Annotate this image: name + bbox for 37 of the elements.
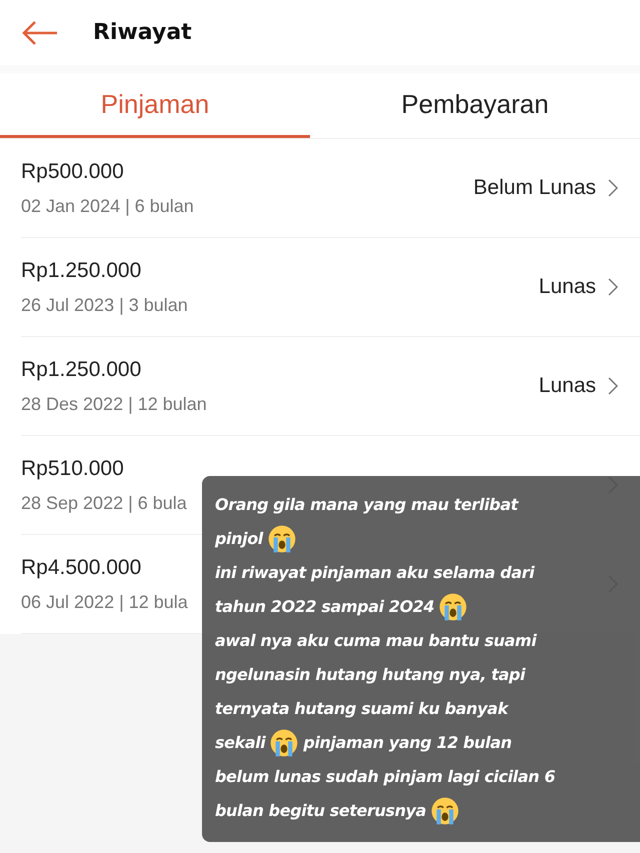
chevron-right-icon — [608, 278, 618, 296]
loan-status: Lunas — [538, 274, 596, 300]
loan-amount: Rp500.000 — [21, 158, 124, 185]
loan-amount: Rp1.250.000 — [21, 258, 142, 284]
page-title: Riwayat — [93, 19, 192, 47]
caption-text: pinjol — [215, 528, 263, 550]
caption-text: ternyata hutang suami ku banyak — [215, 698, 508, 720]
crying-face-icon — [269, 728, 300, 758]
crying-face-icon — [430, 796, 460, 826]
chevron-right-icon — [608, 179, 618, 197]
loan-row[interactable]: Rp1.250.000 26 Jul 2023 | 3 bulan Lunas — [21, 238, 640, 337]
loan-date: 06 Jul 2022 | 12 bula — [21, 591, 188, 614]
loan-row[interactable]: Rp500.000 02 Jan 2024 | 6 bulan Belum Lunas — [21, 139, 640, 238]
tab[interactable]: Pembayaran — [320, 73, 630, 138]
crying-face-icon — [266, 524, 297, 554]
loan-date: 28 Des 2022 | 12 bulan — [21, 393, 207, 416]
loan-status: Lunas — [538, 373, 596, 400]
caption-text: awal nya aku cuma mau bantu suami — [215, 630, 536, 652]
caption-text: Orang gila mana yang mau terlibat — [215, 494, 518, 516]
caption-text: pinjaman yang 12 bulan — [303, 732, 512, 754]
caption-text: sekali — [215, 732, 266, 754]
loan-date: 02 Jan 2024 | 6 bulan — [21, 195, 194, 218]
loan-date: 28 Sep 2022 | 6 bula — [21, 492, 187, 516]
loan-status: Belum Lunas — [473, 175, 596, 202]
crying-face-icon — [438, 592, 468, 622]
loan-date: 26 Jul 2023 | 3 bulan — [21, 294, 188, 318]
caption-text: ini riwayat pinjaman aku selama dari — [215, 562, 534, 584]
loan-amount: Rp4.500.000 — [21, 554, 142, 581]
caption-text: tahun 2O22 sampai 2O24 — [215, 596, 434, 618]
caption-text: ngelunasin hutang hutang nya, tapi — [215, 664, 526, 686]
caption-text: bulan begitu seterusnya — [215, 800, 426, 822]
caption-text: belum lunas sudah pinjam lagi cicilan 6 — [215, 766, 556, 788]
loan-amount: Rp1.250.000 — [21, 356, 142, 383]
loan-row[interactable]: Rp1.250.000 28 Des 2022 | 12 bulan Lunas — [21, 337, 640, 436]
chevron-right-icon — [608, 377, 618, 395]
loan-amount: Rp510.000 — [21, 456, 124, 482]
back-arrow-icon[interactable] — [22, 20, 58, 46]
